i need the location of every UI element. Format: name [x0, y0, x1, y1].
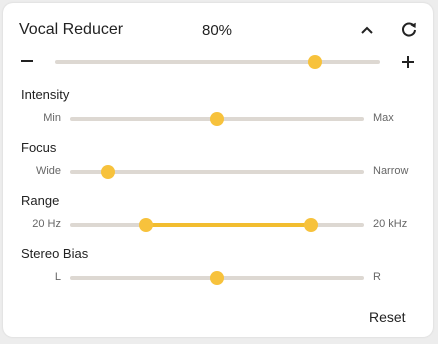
- amount-value: 80%: [202, 22, 233, 39]
- focus-slider-thumb[interactable]: [101, 165, 116, 179]
- chevron-up-icon: [361, 26, 373, 34]
- stereo-bias-label: Stereo Bias: [21, 246, 89, 261]
- stereo-bias-slider-thumb[interactable]: [210, 271, 224, 285]
- minus-icon: [21, 60, 33, 62]
- stereo-bias-max-label: R: [373, 271, 381, 283]
- focus-min-label: Wide: [35, 165, 61, 177]
- panel-title: Vocal Reducer: [19, 21, 124, 38]
- increase-button[interactable]: [398, 52, 418, 72]
- refresh-button[interactable]: [399, 20, 419, 40]
- focus-max-label: Narrow: [373, 165, 409, 177]
- range-min-label: 20 Hz: [32, 218, 61, 230]
- focus-label: Focus: [21, 140, 57, 155]
- stereo-bias-min-label: L: [54, 271, 61, 283]
- reset-button[interactable]: Reset: [369, 309, 406, 325]
- amount-slider-track[interactable]: [55, 60, 380, 64]
- range-low-thumb[interactable]: [139, 218, 154, 232]
- refresh-icon: [402, 22, 416, 37]
- vocal-reducer-panel: Vocal Reducer 80% Intensity Min Max Focu…: [3, 3, 433, 337]
- range-label: Range: [21, 193, 60, 208]
- intensity-label: Intensity: [21, 87, 70, 102]
- intensity-max-label: Max: [373, 112, 394, 124]
- amount-slider-thumb[interactable]: [308, 55, 322, 69]
- intensity-slider-thumb[interactable]: [210, 112, 224, 126]
- intensity-min-label: Min: [43, 112, 61, 124]
- plus-icon: [402, 56, 414, 68]
- range-slider-fill: [146, 223, 312, 227]
- decrease-button[interactable]: [17, 51, 37, 71]
- collapse-button[interactable]: [357, 20, 377, 40]
- range-high-thumb[interactable]: [304, 218, 319, 232]
- range-max-label: 20 kHz: [373, 218, 408, 230]
